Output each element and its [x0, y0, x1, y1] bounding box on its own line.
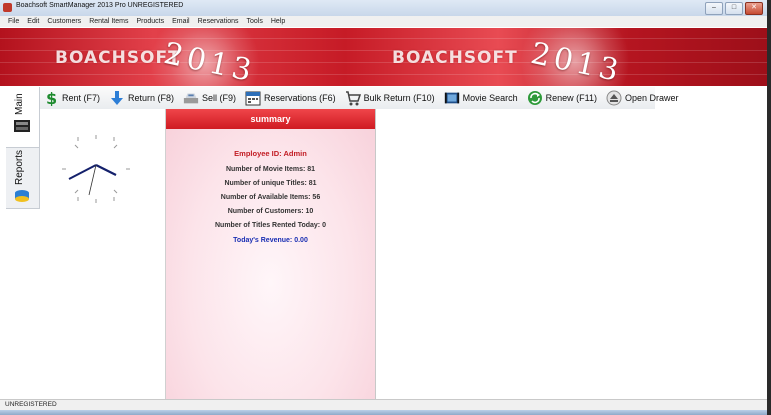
tab-reports-label: Reports	[14, 149, 25, 185]
menu-rental-items[interactable]: Rental Items	[89, 18, 128, 25]
sell-label: Sell (F9)	[202, 93, 237, 103]
bulk-return-label: Bulk Return (F10)	[363, 93, 435, 103]
minimize-button[interactable]: –	[705, 2, 723, 15]
summary-header: summary	[166, 109, 375, 129]
film-icon	[14, 120, 30, 132]
close-button[interactable]: ✕	[745, 2, 763, 15]
menu-customers[interactable]: Customers	[47, 18, 81, 25]
movie-search-icon	[444, 90, 460, 106]
available-items-count: Number of Available Items: 56	[220, 194, 321, 201]
reservations-label: Reservations (F6)	[264, 93, 336, 103]
menu-reservations[interactable]: Reservations	[198, 18, 239, 25]
clock-icon	[62, 135, 130, 203]
return-label: Return (F8)	[128, 93, 175, 103]
reservations-button[interactable]: Reservations (F6)	[242, 88, 340, 108]
open-drawer-label: Open Drawer	[625, 93, 679, 103]
menu-tools[interactable]: Tools	[246, 18, 262, 25]
maximize-button[interactable]: □	[725, 2, 743, 15]
status-text: UNREGISTERED	[5, 401, 57, 408]
window-title: Boachsoft SmartManager 2013 Pro UNREGIST…	[16, 2, 184, 9]
open-drawer-button[interactable]: Open Drawer	[603, 88, 683, 108]
movie-search-button[interactable]: Movie Search	[441, 88, 522, 108]
cash-register-icon	[183, 90, 199, 106]
main-content-area	[376, 109, 767, 399]
menu-edit[interactable]: Edit	[27, 18, 39, 25]
svg-text:$: $	[46, 90, 57, 106]
renew-label: Renew (F11)	[545, 93, 597, 103]
cart-icon	[345, 90, 361, 106]
title-bar: Boachsoft SmartManager 2013 Pro UNREGIST…	[0, 0, 767, 17]
main-toolbar: $ Rent (F7) Return (F8) Sell (F9) Reserv…	[40, 87, 679, 110]
titles-rented-today: Number of Titles Rented Today: 0	[215, 222, 326, 229]
menu-help[interactable]: Help	[271, 18, 285, 25]
return-button[interactable]: Return (F8)	[106, 88, 178, 108]
rent-label: Rent (F7)	[62, 93, 101, 103]
menu-file[interactable]: File	[8, 18, 19, 25]
banner-brand-right: BOACHSOFT	[392, 48, 518, 68]
taskbar	[0, 410, 767, 415]
movie-items-count: Number of Movie Items: 81	[225, 166, 316, 173]
tab-reports[interactable]: Reports	[6, 147, 39, 208]
summary-panel: summary Employee ID: Admin Number of Mov…	[166, 109, 376, 399]
dollar-icon: $	[43, 90, 59, 106]
eject-icon	[606, 90, 622, 106]
app-icon	[3, 3, 12, 12]
clock-pane	[40, 109, 166, 399]
unique-titles-count: Number of unique Titles: 81	[224, 180, 317, 187]
bulk-return-button[interactable]: Bulk Return (F10)	[342, 88, 439, 108]
arrow-down-icon	[109, 90, 125, 106]
refresh-icon	[527, 90, 543, 106]
header-banner: BOACHSOFT 2013 BOACHSOFT 2013	[0, 28, 767, 86]
tab-main[interactable]: Main	[6, 87, 39, 148]
movie-search-label: Movie Search	[462, 93, 518, 103]
menu-products[interactable]: Products	[136, 18, 164, 25]
reports-icon	[15, 190, 29, 202]
calendar-icon	[245, 90, 261, 106]
screen-edge	[767, 0, 771, 415]
sell-button[interactable]: Sell (F9)	[180, 88, 240, 108]
customers-count: Number of Customers: 10	[227, 208, 314, 215]
app-window: Boachsoft SmartManager 2013 Pro UNREGIST…	[0, 0, 767, 415]
menu-email[interactable]: Email	[172, 18, 190, 25]
side-tab-strip: Main Reports	[6, 87, 40, 209]
window-controls: – □ ✕	[705, 2, 763, 15]
rent-button[interactable]: $ Rent (F7)	[40, 88, 104, 108]
employee-id: Employee ID: Admin	[234, 149, 307, 158]
menu-bar: File Edit Customers Rental Items Product…	[0, 16, 767, 27]
todays-revenue: Today's Revenue: 0.00	[233, 237, 308, 244]
renew-button[interactable]: Renew (F11)	[524, 88, 601, 108]
tab-main-label: Main	[14, 93, 25, 115]
